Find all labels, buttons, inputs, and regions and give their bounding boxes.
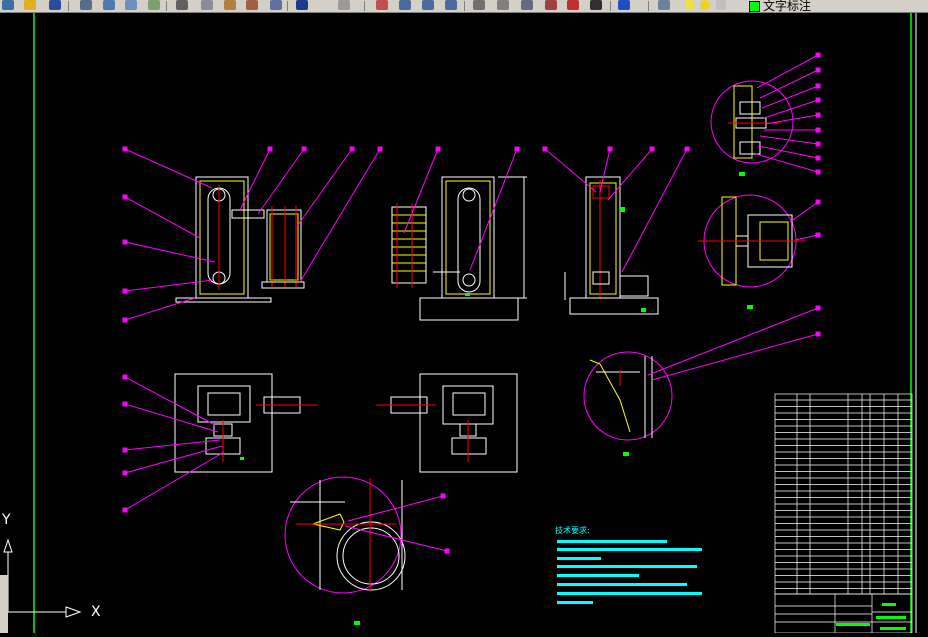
- markup-icon[interactable]: [567, 0, 579, 10]
- plot-icon[interactable]: [80, 0, 92, 10]
- left-docked-toolbar[interactable]: [0, 575, 8, 633]
- publish-icon[interactable]: [125, 0, 137, 10]
- new-icon[interactable]: [2, 0, 14, 10]
- cut-icon[interactable]: [176, 0, 188, 10]
- preview-icon[interactable]: [103, 0, 115, 10]
- front-view-left[interactable]: [175, 176, 305, 303]
- x-axis-label: X: [91, 604, 101, 620]
- paste-icon[interactable]: [224, 0, 236, 10]
- pan-icon[interactable]: [376, 0, 388, 10]
- properties-icon[interactable]: [473, 0, 485, 10]
- layer-color-swatch: [749, 1, 760, 12]
- copy-icon[interactable]: [201, 0, 213, 10]
- technical-requirements: 技术要求:: [555, 525, 702, 604]
- sheet-set-icon[interactable]: [545, 0, 557, 10]
- redo-icon[interactable]: [338, 0, 350, 10]
- tech-req-title: 技术要求:: [555, 525, 590, 535]
- drawing-canvas[interactable]: 技术要求:: [0, 13, 928, 634]
- drawing-frame: [33, 13, 917, 633]
- brush-icon[interactable]: [246, 0, 258, 10]
- zoom-window-icon[interactable]: [422, 0, 434, 10]
- zoom-previous-icon[interactable]: [445, 0, 457, 10]
- ucs-icon: [3, 538, 82, 618]
- zoom-realtime-icon[interactable]: [399, 0, 411, 10]
- y-axis-label: Y: [2, 512, 11, 528]
- detail-circle-right[interactable]: [583, 351, 673, 441]
- parts-list-table[interactable]: [774, 393, 913, 634]
- standard-toolbar: 文字标注: [0, 0, 928, 13]
- open-icon[interactable]: [24, 0, 36, 10]
- sun-icon[interactable]: [700, 0, 710, 10]
- calculator-icon[interactable]: [590, 0, 602, 10]
- title-block-text: [836, 603, 906, 630]
- light-bulb-icon[interactable]: [685, 0, 693, 10]
- view-tags: [240, 172, 753, 625]
- design-center-icon[interactable]: [497, 0, 509, 10]
- save-icon[interactable]: [49, 0, 61, 10]
- plan-view-right[interactable]: [376, 373, 518, 473]
- tool-palette-icon[interactable]: [521, 0, 533, 10]
- leader-lines: [122, 52, 821, 554]
- detail-circle-bottom[interactable]: [284, 476, 406, 594]
- lock-icon[interactable]: [716, 0, 726, 10]
- help-icon[interactable]: [618, 0, 630, 10]
- undo-icon[interactable]: [296, 0, 308, 10]
- layer-manager-icon[interactable]: [658, 0, 670, 10]
- match-icon[interactable]: [148, 0, 160, 10]
- plot-layer-icon[interactable]: [730, 0, 740, 10]
- side-view[interactable]: [564, 176, 659, 315]
- detail-circle-middle[interactable]: [698, 194, 806, 288]
- front-view-middle[interactable]: [391, 176, 527, 321]
- layer-dropdown-label[interactable]: 文字标注: [763, 0, 811, 12]
- block-icon[interactable]: [270, 0, 282, 10]
- plan-view-left[interactable]: [174, 373, 318, 473]
